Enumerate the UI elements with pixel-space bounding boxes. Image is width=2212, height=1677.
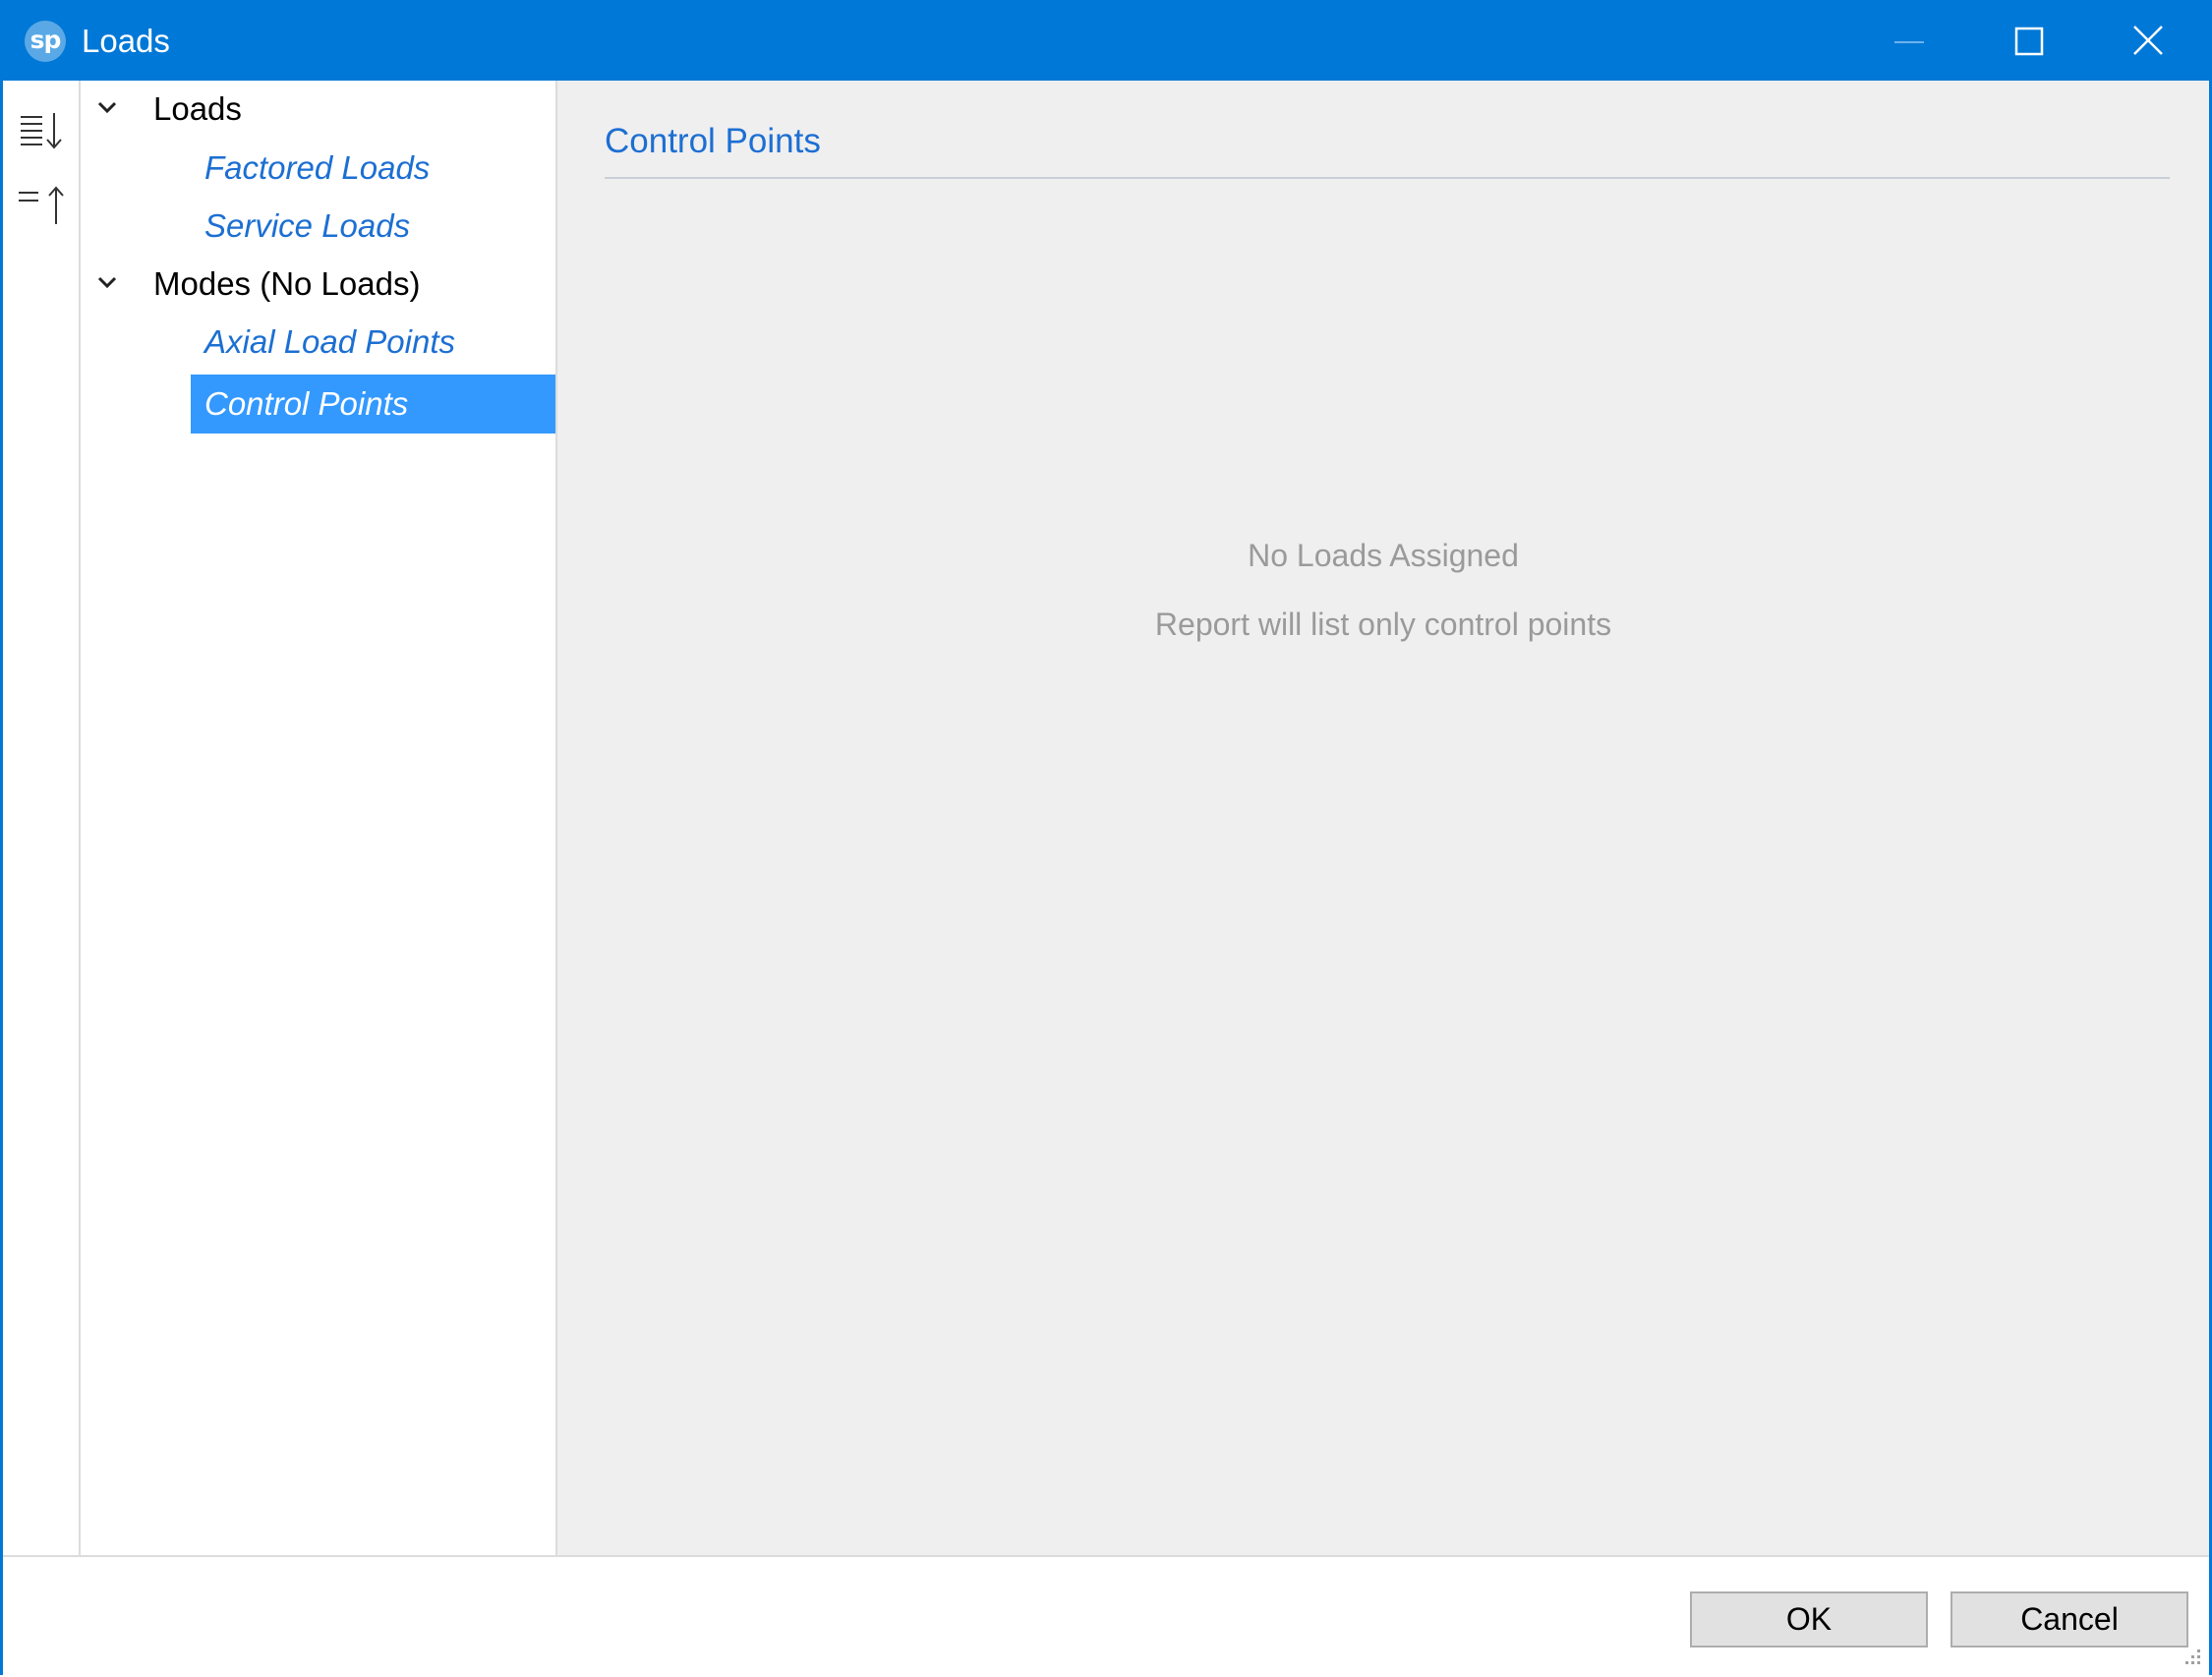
close-icon xyxy=(2133,26,2163,55)
tree-group-modes[interactable]: Modes (No Loads) xyxy=(81,258,555,313)
tree-group-loads[interactable]: Loads xyxy=(81,83,555,138)
tree-item-factored-loads[interactable]: Factored Loads xyxy=(191,139,555,198)
title-divider xyxy=(605,177,2170,179)
chevron-down-icon[interactable] xyxy=(96,275,118,291)
maximize-icon xyxy=(2014,27,2044,56)
tree-item-label: Control Points xyxy=(204,385,409,422)
collapse-all-icon[interactable] xyxy=(17,179,68,230)
maximize-button[interactable] xyxy=(1969,3,2089,81)
window-title: Loads xyxy=(82,23,170,59)
minimize-icon xyxy=(1894,41,1924,43)
dialog-footer: OK Cancel xyxy=(3,1555,2209,1677)
chevron-down-icon[interactable] xyxy=(96,100,118,116)
content-panel: Control Points No Loads Assigned Report … xyxy=(557,81,2209,1555)
resize-grip-icon[interactable] xyxy=(2180,1644,2203,1667)
title-bar[interactable]: sp Loads xyxy=(3,3,2209,81)
loads-dialog: sp Loads Loads Factored Loads Service Lo… xyxy=(0,0,2212,1677)
page-title: Control Points xyxy=(605,122,821,160)
navigation-tree: Loads Factored Loads Service Loads Modes… xyxy=(81,81,557,1555)
app-logo-icon: sp xyxy=(25,21,66,62)
close-button[interactable] xyxy=(2089,3,2209,81)
expand-all-icon[interactable] xyxy=(17,105,68,156)
tree-group-label: Modes (No Loads) xyxy=(153,265,421,302)
tree-item-label: Service Loads xyxy=(204,207,411,244)
tree-toolbar xyxy=(3,81,81,1555)
tree-item-axial-load-points[interactable]: Axial Load Points xyxy=(191,313,555,372)
tree-group-label: Loads xyxy=(153,90,242,127)
minimize-button[interactable] xyxy=(1851,3,1971,81)
empty-state-message: No Loads Assigned xyxy=(1248,538,1519,573)
ok-button[interactable]: OK xyxy=(1690,1591,1928,1648)
cancel-button[interactable]: Cancel xyxy=(1950,1591,2188,1648)
empty-state-detail: Report will list only control points xyxy=(1154,607,1612,642)
tree-item-label: Axial Load Points xyxy=(204,323,455,360)
tree-item-service-loads[interactable]: Service Loads xyxy=(191,197,555,256)
tree-item-control-points[interactable]: Control Points xyxy=(191,375,555,434)
tree-item-label: Factored Loads xyxy=(204,149,431,186)
